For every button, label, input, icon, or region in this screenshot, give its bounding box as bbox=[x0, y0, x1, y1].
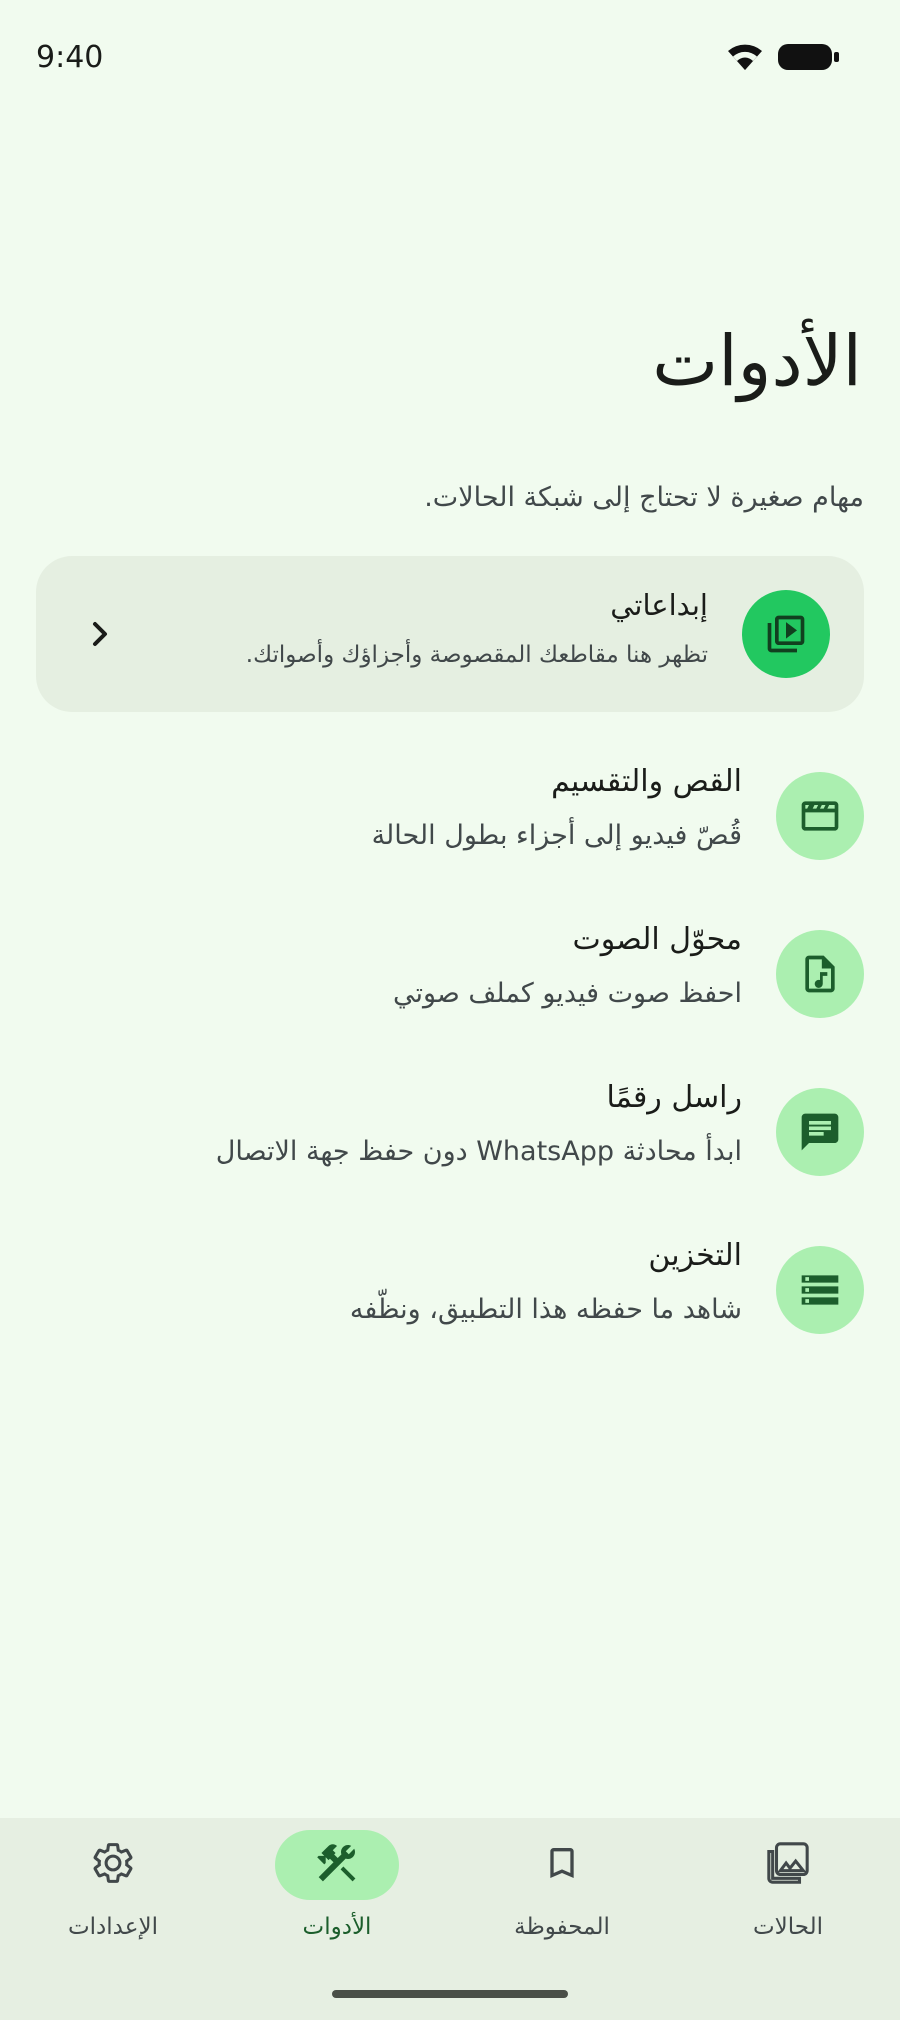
tool-title: راسل رقمًا bbox=[606, 1080, 742, 1115]
nav-item-saved[interactable]: المحفوظة bbox=[482, 1830, 642, 1970]
my-creations-card[interactable]: إبداعاتي تظهر هنا مقاطعك المقصوصة وأجزاؤ… bbox=[36, 556, 864, 712]
nav-item-tools[interactable]: الأدوات bbox=[257, 1830, 417, 1970]
page-title: الأدوات bbox=[652, 320, 862, 402]
storage-icon bbox=[776, 1246, 864, 1334]
tool-message-number[interactable]: راسل رقمًا ابدأ محادثة WhatsApp دون حفظ … bbox=[0, 1078, 900, 1198]
tool-description: قُصّ فيديو إلى أجزاء بطول الحالة bbox=[371, 820, 742, 851]
nav-pill-active bbox=[275, 1830, 399, 1900]
wifi-icon bbox=[726, 42, 764, 76]
nav-label: الحالات bbox=[752, 1914, 824, 1940]
nav-item-settings[interactable]: الإعدادات bbox=[33, 1830, 193, 1970]
video-library-icon bbox=[742, 590, 830, 678]
nav-pill bbox=[51, 1830, 175, 1900]
tool-title: القص والتقسيم bbox=[551, 764, 742, 799]
tools-screen: 9:40 الأدوات مهام صغيرة لا تحتاج إلى شبك… bbox=[0, 0, 900, 2020]
nav-pill bbox=[726, 1830, 850, 1900]
status-icons bbox=[726, 42, 840, 76]
page-subtitle: مهام صغيرة لا تحتاج إلى شبكة الحالات. bbox=[424, 482, 864, 513]
tool-description: شاهد ما حفظه هذا التطبيق، ونظّفه bbox=[349, 1294, 742, 1325]
gallery-icon bbox=[765, 1840, 811, 1890]
tool-title: التخزين bbox=[648, 1238, 742, 1273]
tool-title: محوّل الصوت bbox=[572, 922, 743, 957]
gear-icon bbox=[90, 1840, 136, 1890]
nav-label: الأدوات bbox=[302, 1914, 372, 1940]
home-indicator[interactable] bbox=[332, 1990, 568, 1998]
audio-file-icon bbox=[776, 930, 864, 1018]
bookmark-icon bbox=[542, 1841, 582, 1889]
tool-description: ابدأ محادثة WhatsApp دون حفظ جهة الاتصال bbox=[215, 1136, 742, 1167]
tool-audio-converter[interactable]: محوّل الصوت احفظ صوت فيديو كملف صوتي bbox=[0, 920, 900, 1040]
status-bar: 9:40 bbox=[0, 0, 900, 118]
nav-pill bbox=[500, 1830, 624, 1900]
battery-icon bbox=[778, 42, 840, 76]
nav-label: المحفوظة bbox=[514, 1914, 610, 1940]
nav-item-statuses[interactable]: الحالات bbox=[708, 1830, 868, 1970]
clapperboard-icon bbox=[776, 772, 864, 860]
tools-icon bbox=[313, 1839, 361, 1891]
nav-label: الإعدادات bbox=[68, 1914, 158, 1940]
tool-storage[interactable]: التخزين شاهد ما حفظه هذا التطبيق، ونظّفه bbox=[0, 1236, 900, 1356]
status-time: 9:40 bbox=[36, 40, 104, 75]
tool-description: احفظ صوت فيديو كملف صوتي bbox=[392, 978, 742, 1009]
my-creations-description: تظهر هنا مقاطعك المقصوصة وأجزاؤك وأصواتك… bbox=[245, 642, 708, 668]
my-creations-title: إبداعاتي bbox=[610, 588, 708, 622]
tool-trim-split[interactable]: القص والتقسيم قُصّ فيديو إلى أجزاء بطول … bbox=[0, 762, 900, 882]
chevron-right-icon bbox=[80, 614, 120, 654]
message-icon bbox=[776, 1088, 864, 1176]
